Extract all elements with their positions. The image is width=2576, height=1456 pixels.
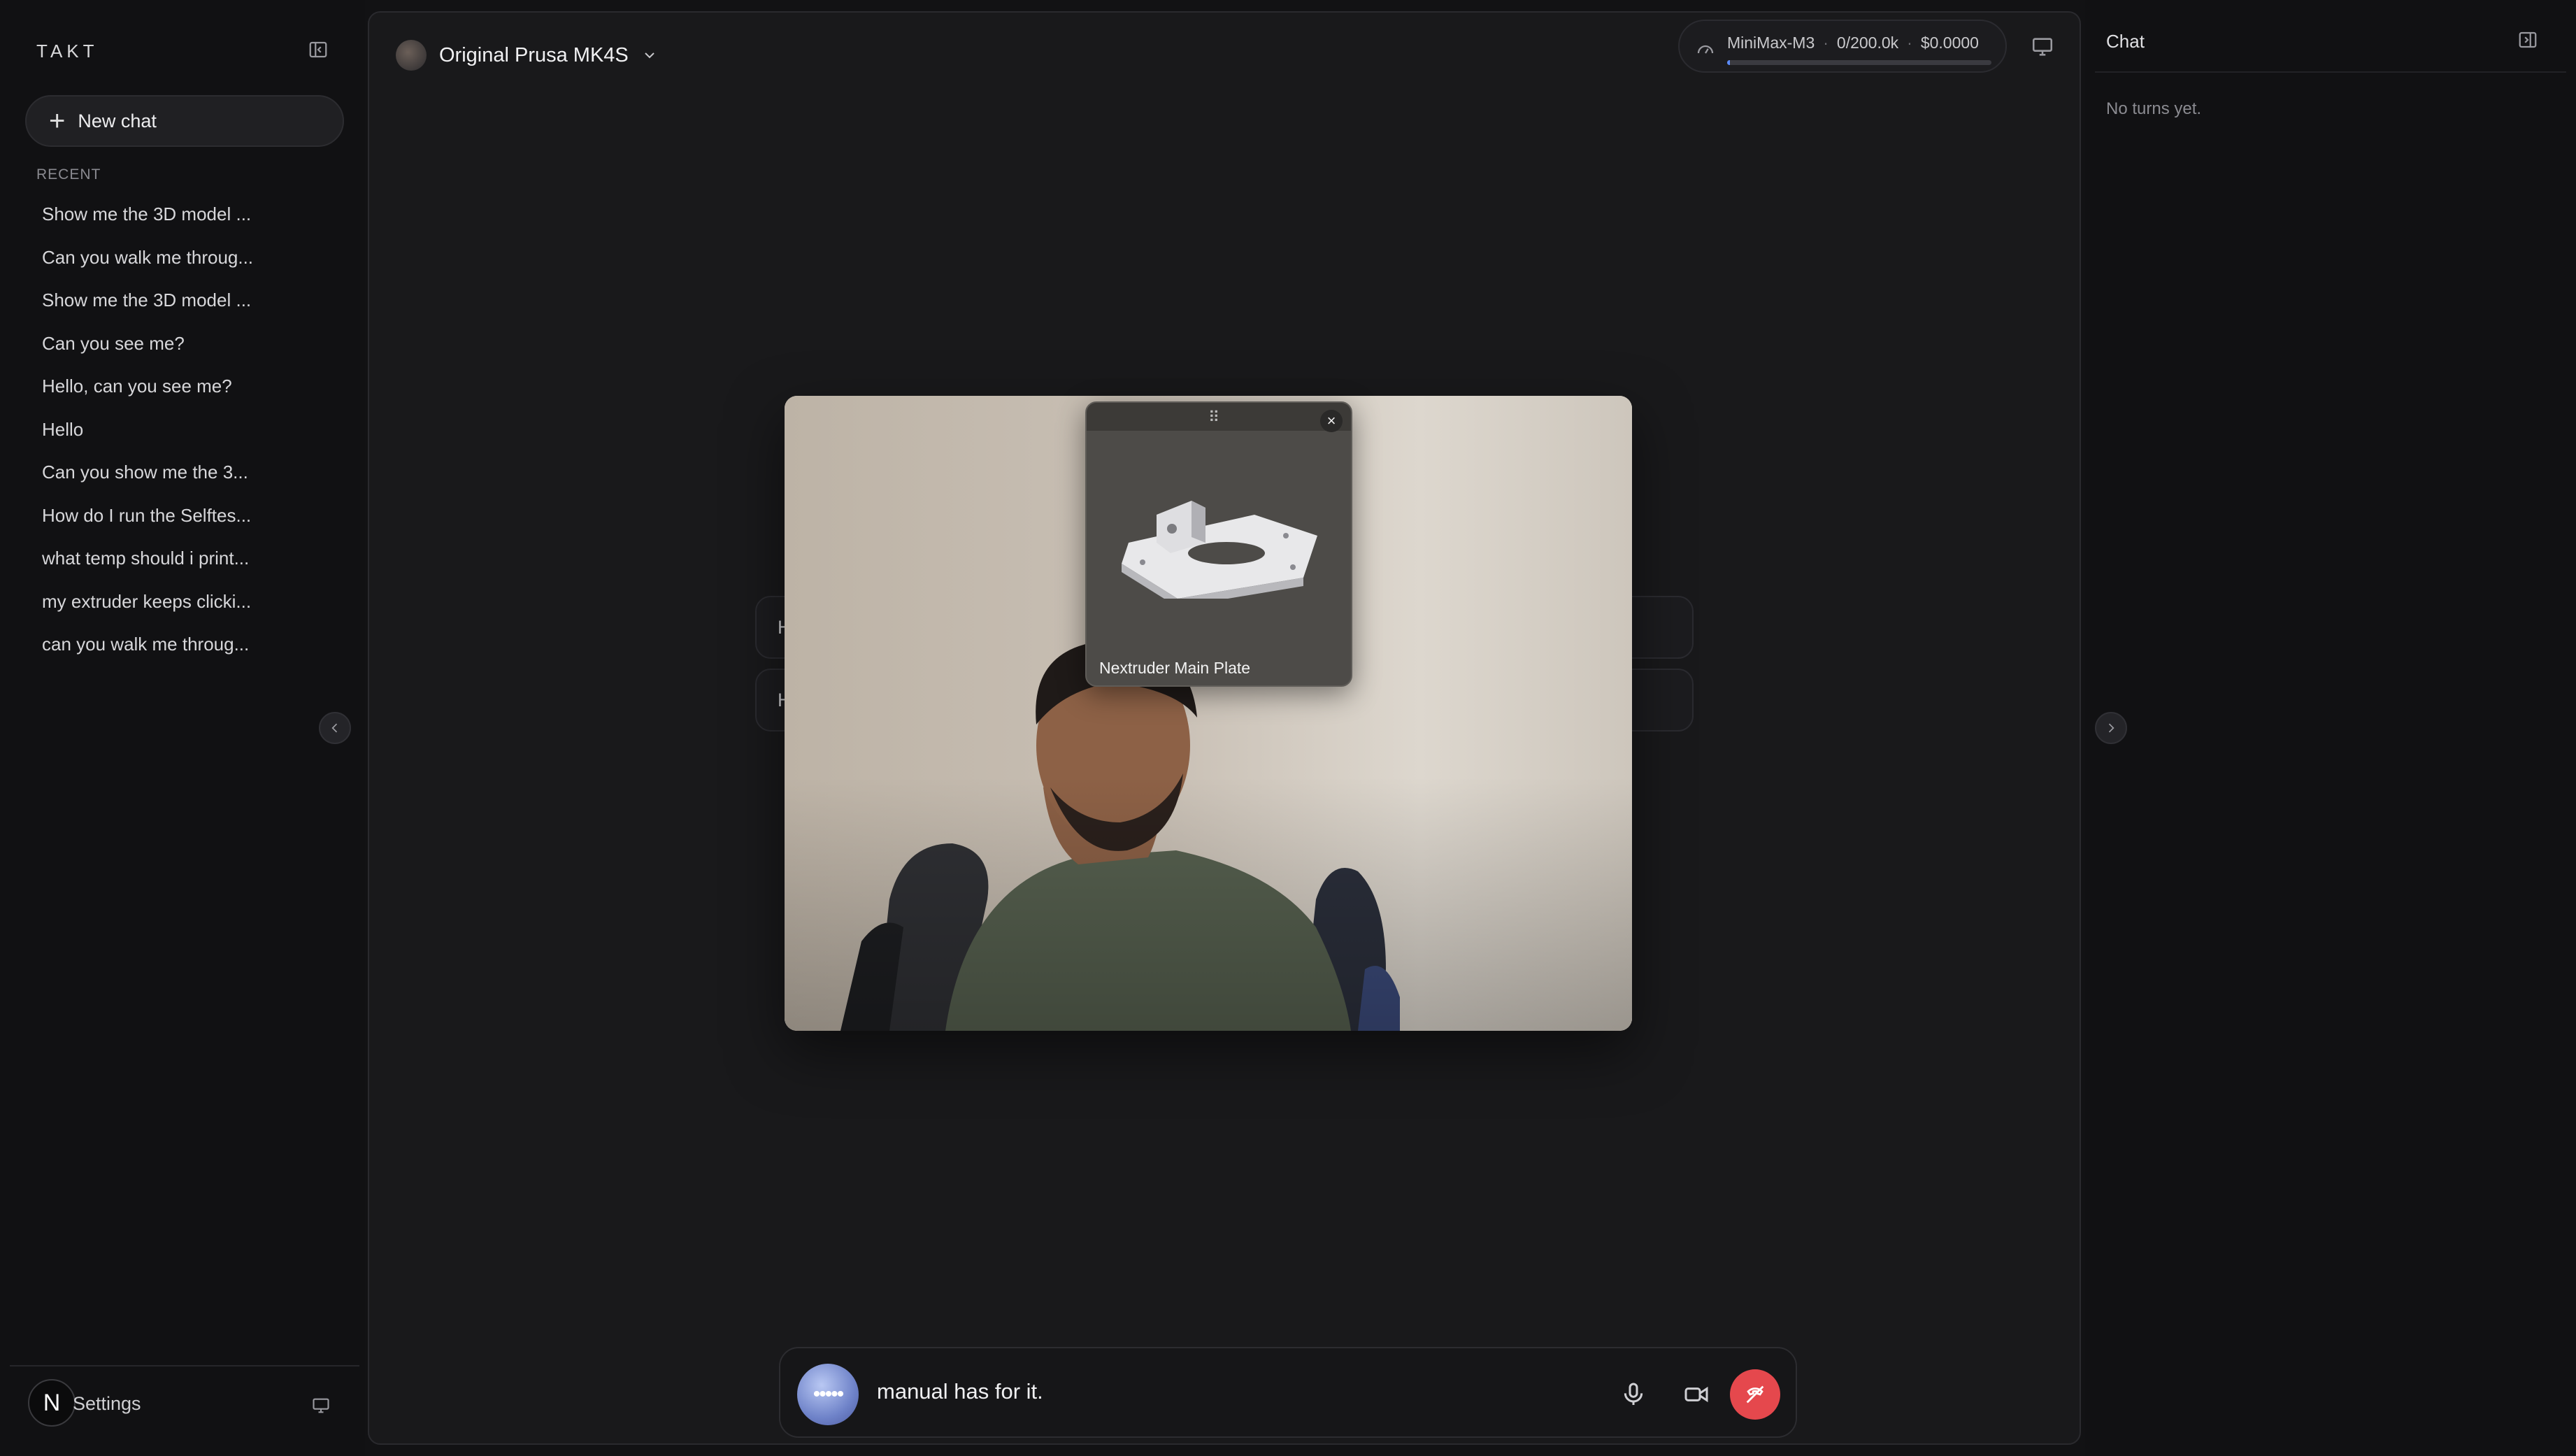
recent-chat-item[interactable]: How do I run the Selftes... [27,494,334,538]
device-name: Original Prusa MK4S [439,43,629,66]
drag-handle-icon[interactable]: ⠿ [1208,408,1220,427]
model-3d-render[interactable] [1115,487,1324,599]
display-icon[interactable] [310,1396,331,1415]
device-selector[interactable]: Original Prusa MK4S [396,31,658,80]
recent-chat-item[interactable]: can you walk me throug... [27,623,334,666]
live-caption: manual has for it. [877,1379,1043,1404]
model-viewer-titlebar[interactable]: ⠿ [1087,403,1351,431]
brand-logo: TAKT [36,41,99,62]
collapse-panel-icon[interactable] [2517,29,2538,50]
recent-chat-item[interactable]: Can you see me? [27,322,334,366]
recent-chat-item[interactable]: what temp should i print... [27,537,334,580]
chevron-down-icon [645,52,654,59]
plus-icon: + [49,106,66,136]
model-name: MiniMax-M3 [1727,34,1815,52]
model-name-label: Nextruder Main Plate [1099,659,1251,677]
new-chat-button[interactable]: + New chat [25,95,344,147]
end-call-button[interactable] [1730,1369,1780,1420]
new-chat-label: New chat [78,110,157,131]
context-usage-bar [1727,60,1991,65]
close-icon[interactable]: × [1320,410,1343,432]
collapse-right-toggle[interactable] [2095,712,2127,744]
divider [2095,71,2566,73]
token-count: 0/200.0k [1836,34,1899,52]
chevron-right-icon [2108,723,2115,733]
sidebar-footer-divider [10,1365,359,1366]
recent-chat-item[interactable]: Hello, can you see me? [27,365,334,408]
user-avatar[interactable]: N [28,1379,76,1427]
assistant-voice-avatar: ••••• [797,1364,859,1425]
model-usage-pill[interactable]: MiniMax-M3 · 0/200.0k · $0.0000 [1678,20,2007,73]
recent-chat-item[interactable]: Show me the 3D model ... [27,193,334,236]
collapse-sidebar-icon[interactable] [308,39,329,60]
recent-chat-item[interactable]: my extruder keeps clicki... [27,580,334,624]
chevron-left-icon [331,723,338,733]
gauge-icon [1697,45,1714,54]
settings-link[interactable]: Settings [73,1393,141,1415]
device-thumbnail [396,40,427,71]
recent-chat-item[interactable]: Can you walk me throug... [27,236,334,280]
cost-value: $0.0000 [1920,34,1979,52]
model-viewer-card[interactable]: ⠿ × Nextruder Main Plate [1085,401,1352,687]
screen-share-icon[interactable] [2031,35,2054,59]
recent-chat-item[interactable]: Show me the 3D model ... [27,279,334,322]
recent-chat-item[interactable]: Can you show me the 3... [27,451,334,494]
collapse-left-toggle[interactable] [319,712,351,744]
usage-text: MiniMax-M3 · 0/200.0k · $0.0000 [1727,34,1979,52]
empty-state-text: No turns yet. [2106,99,2202,118]
chat-panel-title: Chat [2106,31,2145,52]
call-control-bar: ••••• manual has for it. [779,1347,1797,1438]
microphone-icon[interactable] [1619,1380,1647,1408]
context-usage-fill [1727,60,1730,65]
video-camera-icon[interactable] [1682,1380,1710,1408]
recent-section-label: RECENT [36,166,101,183]
app-root: TAKT + New chat RECENT Show me the 3D mo… [0,0,2576,1456]
right-chat-panel [2085,0,2576,1456]
phone-hangup-icon [1746,1385,1764,1404]
recent-chat-item[interactable]: Hello [27,408,334,452]
sidebar: TAKT + New chat RECENT Show me the 3D mo… [0,0,365,1456]
recent-chats-list: Show me the 3D model ... Can you walk me … [27,193,334,666]
